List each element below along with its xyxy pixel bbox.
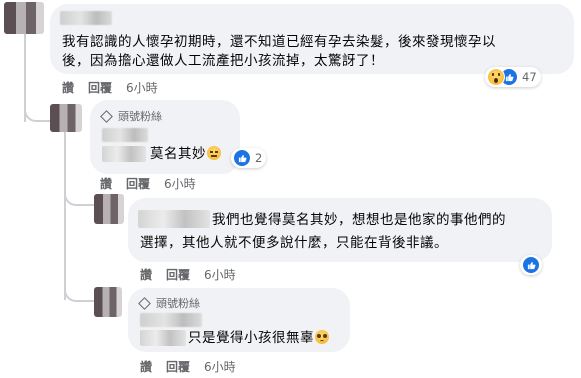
badge-label: 頭號粉絲 bbox=[118, 110, 162, 123]
reaction-count: 47 bbox=[522, 70, 537, 84]
comment-bubble: 我們也覺得莫名其妙，想想也是他家的事他們的 選擇，其他人就不便多說什麼，只能在背… bbox=[128, 198, 552, 262]
thread-connector bbox=[24, 90, 50, 122]
reaction-count: 2 bbox=[255, 151, 263, 165]
thread-connector bbox=[64, 276, 94, 302]
redacted-text bbox=[102, 146, 146, 162]
like-button[interactable]: 讚 bbox=[100, 175, 112, 192]
neutral-face-icon bbox=[207, 146, 221, 160]
author-name[interactable] bbox=[140, 313, 202, 327]
top-fan-badge: 頭號粉絲 bbox=[138, 295, 200, 311]
comment-text-line: 後，因為擔心還做人工流產把小孩流掉，太驚訝了！ bbox=[62, 53, 384, 69]
timestamp[interactable]: 6小時 bbox=[204, 358, 236, 375]
reply-button[interactable]: 回覆 bbox=[126, 175, 150, 192]
top-fan-badge: 頭號粉絲 bbox=[100, 108, 162, 124]
author-name[interactable] bbox=[60, 11, 112, 25]
reply-button[interactable]: 回覆 bbox=[166, 266, 190, 283]
reaction-summary[interactable] bbox=[520, 255, 542, 275]
timestamp[interactable]: 6小時 bbox=[126, 79, 158, 96]
comment-actions: 讚 回覆 6小時 bbox=[140, 358, 236, 375]
comment-actions: 讚 回覆 6小時 bbox=[62, 79, 158, 96]
avatar[interactable] bbox=[94, 287, 122, 317]
avatar[interactable] bbox=[94, 194, 124, 224]
reply-button[interactable]: 回覆 bbox=[166, 358, 190, 375]
avatar[interactable] bbox=[4, 2, 44, 34]
reaction-summary[interactable]: 47 bbox=[485, 67, 541, 87]
timestamp[interactable]: 6小時 bbox=[204, 266, 236, 283]
comment-actions: 讚 回覆 6小時 bbox=[140, 266, 236, 283]
like-icon bbox=[522, 256, 540, 274]
reply-button[interactable]: 回覆 bbox=[88, 79, 112, 96]
comment-actions: 讚 回覆 6小時 bbox=[100, 175, 196, 192]
comment-text: 莫名其妙 bbox=[150, 143, 221, 165]
like-button[interactable]: 讚 bbox=[140, 358, 152, 375]
comment-text-content: 莫名其妙 bbox=[150, 146, 206, 162]
comment-text-line: 選擇，其他人就不便多說什麼，只能在背後非議。 bbox=[140, 235, 448, 251]
wow-icon bbox=[487, 68, 505, 86]
comment-bubble: 頭號粉絲 只是覺得小孩很無辜 bbox=[128, 288, 350, 352]
reaction-summary[interactable]: 2 bbox=[231, 148, 267, 168]
timestamp[interactable]: 6小時 bbox=[164, 175, 196, 192]
like-button[interactable]: 讚 bbox=[140, 266, 152, 283]
badge-label: 頭號粉絲 bbox=[156, 297, 200, 310]
author-name[interactable] bbox=[102, 128, 148, 142]
like-button[interactable]: 讚 bbox=[62, 79, 74, 96]
comment-bubble: 頭號粉絲 莫名其妙 bbox=[90, 100, 240, 174]
like-icon bbox=[233, 149, 251, 167]
avatar[interactable] bbox=[50, 104, 82, 132]
diamond-icon bbox=[100, 109, 113, 123]
thread-connector bbox=[64, 180, 94, 206]
redacted-text bbox=[140, 330, 186, 346]
pleading-face-icon bbox=[315, 330, 329, 344]
author-name[interactable] bbox=[138, 210, 210, 228]
comment-text-content: 只是覺得小孩很無辜 bbox=[188, 330, 314, 346]
comment-bubble: 我有認識的人懷孕初期時，還不知道已經有孕去染髮，後來發現懷孕以 後，因為擔心還做… bbox=[50, 4, 574, 74]
comment-text: 只是覺得小孩很無辜 bbox=[188, 327, 329, 349]
thread-line bbox=[64, 130, 66, 300]
diamond-icon bbox=[138, 296, 151, 310]
comment-text-line: 我們也覺得莫名其妙，想想也是他家的事他們的 bbox=[212, 212, 506, 228]
